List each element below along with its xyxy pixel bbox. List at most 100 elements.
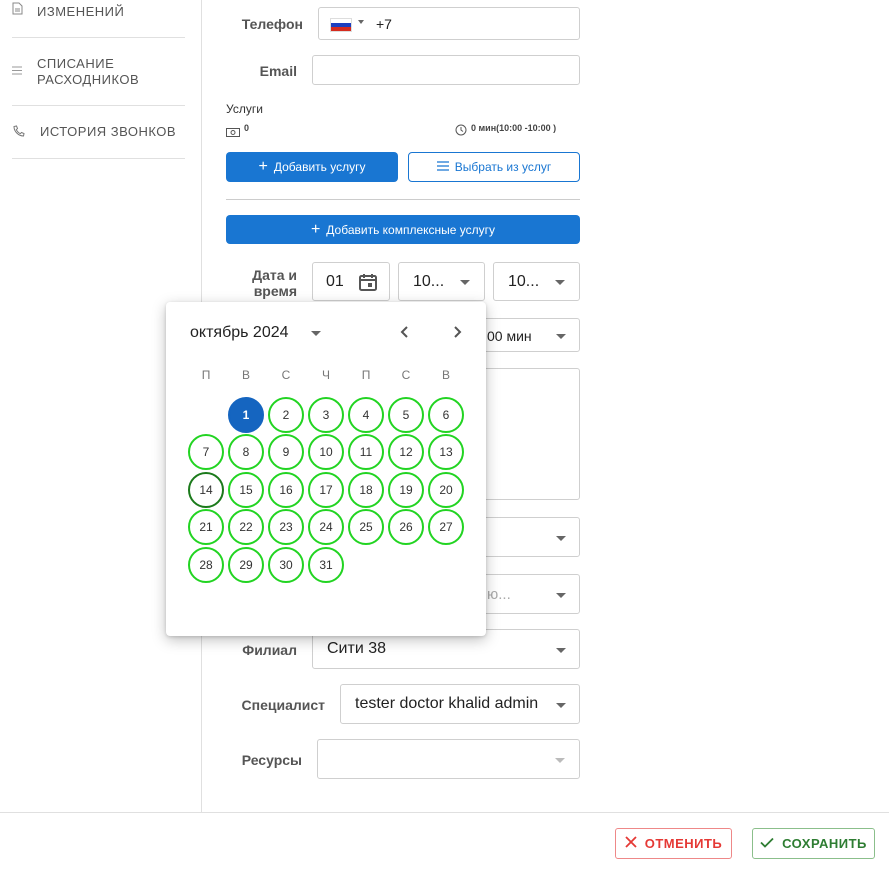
- calendar-month-label: октябрь 2024: [190, 324, 289, 341]
- country-dropdown-icon[interactable]: [358, 20, 364, 24]
- save-label: СОХРАНИТЬ: [782, 836, 867, 851]
- sidebar-item-changes[interactable]: ИЗМЕНЕНИЙ: [12, 2, 185, 24]
- russia-flag-icon[interactable]: [330, 18, 352, 32]
- calendar-day[interactable]: 28: [188, 547, 224, 583]
- date-input[interactable]: 01: [312, 262, 390, 301]
- calendar-day[interactable]: 23: [268, 509, 304, 545]
- sidebar-divider: [12, 105, 185, 106]
- calendar-day[interactable]: 19: [388, 472, 424, 508]
- footer-divider: [0, 812, 889, 813]
- date-picker-popup: октябрь 2024 ПВСЧПСВ 1 2 3 4 5 6 7 8 9 10 11 12 13 14…: [166, 302, 486, 636]
- sidebar-item-label: ИЗМЕНЕНИЙ: [37, 4, 125, 19]
- money-icon: [226, 124, 240, 142]
- sidebar-item-label: СПИСАНИЕ РАСХОДНИКОВ: [37, 56, 140, 87]
- services-time: 0 мин(10:00 -10:00 ): [471, 123, 557, 133]
- chevron-down-icon: [556, 536, 566, 541]
- branch-value: Сити 38: [327, 640, 386, 657]
- calendar-day[interactable]: 24: [308, 509, 344, 545]
- chevron-down-icon: [555, 280, 565, 285]
- sidebar-divider: [12, 158, 185, 159]
- add-complex-service-button[interactable]: + Добавить комплексные услугу: [226, 215, 580, 244]
- duration-select[interactable]: 00 мин: [470, 318, 580, 352]
- cancel-button[interactable]: ОТМЕНИТЬ: [615, 828, 732, 859]
- month-dropdown-icon[interactable]: [311, 331, 321, 336]
- date-value: 01: [326, 273, 344, 290]
- calendar-day[interactable]: 11: [348, 434, 384, 470]
- phone-prefix: +7: [376, 16, 392, 32]
- calendar-day[interactable]: 14: [188, 472, 224, 508]
- phone-input[interactable]: +7: [318, 7, 580, 40]
- weekday-label: П: [201, 368, 211, 382]
- email-field[interactable]: [312, 55, 580, 85]
- calendar-day[interactable]: 22: [228, 509, 264, 545]
- resources-label: Ресурсы: [241, 752, 302, 768]
- calendar-day[interactable]: 3: [308, 397, 344, 433]
- calendar-day[interactable]: 12: [388, 434, 424, 470]
- calendar-day[interactable]: 2: [268, 397, 304, 433]
- status-select[interactable]: [470, 517, 580, 557]
- sidebar-item-call-history[interactable]: ИСТОРИЯ ЗВОНКОВ: [12, 124, 185, 144]
- specialist-select[interactable]: tester doctor khalid admin: [340, 684, 580, 724]
- calendar-day[interactable]: 15: [228, 472, 264, 508]
- comment-textarea[interactable]: [470, 368, 580, 500]
- calendar-day[interactable]: 21: [188, 509, 224, 545]
- calendar-day[interactable]: 25: [348, 509, 384, 545]
- time-end-select[interactable]: 10...: [493, 262, 580, 301]
- list-icon: [436, 160, 449, 174]
- branch-label: Филиал: [242, 642, 297, 658]
- calendar-day[interactable]: 6: [428, 397, 464, 433]
- choose-service-label: Выбрать из услуг: [454, 160, 552, 174]
- weekday-label: В: [441, 368, 450, 382]
- divider: [226, 199, 580, 200]
- calendar-day[interactable]: 27: [428, 509, 464, 545]
- calendar-day[interactable]: 30: [268, 547, 304, 583]
- calendar-day[interactable]: 13: [428, 434, 464, 470]
- calendar-icon[interactable]: [358, 272, 378, 297]
- add-service-button[interactable]: + Добавить услугу: [226, 152, 398, 182]
- calendar-day[interactable]: 10: [308, 434, 344, 470]
- calendar-day[interactable]: 18: [348, 472, 384, 508]
- calendar-day[interactable]: 7: [188, 434, 224, 470]
- services-total: 0: [244, 123, 250, 133]
- calendar-day[interactable]: 5: [388, 397, 424, 433]
- specialist-label: Специалист: [241, 697, 326, 713]
- save-button[interactable]: СОХРАНИТЬ: [752, 828, 875, 859]
- calendar-day[interactable]: 17: [308, 472, 344, 508]
- chevron-down-icon: [555, 758, 565, 763]
- time-end-value: 10...: [508, 273, 540, 290]
- chevron-down-icon: [556, 593, 566, 598]
- phone-label: Телефон: [241, 16, 303, 32]
- chevron-down-icon: [460, 280, 470, 285]
- calendar-day[interactable]: 26: [388, 509, 424, 545]
- weekday-label: Ч: [322, 368, 330, 382]
- sidebar-divider: [12, 37, 185, 38]
- time-start-value: 10...: [413, 273, 445, 290]
- chevron-down-icon: [556, 648, 566, 653]
- list-icon: [12, 66, 26, 80]
- department-select[interactable]: ю...: [470, 574, 580, 614]
- chevron-down-icon: [556, 334, 566, 339]
- check-icon: [760, 836, 774, 851]
- add-service-label: Добавить услугу: [273, 160, 366, 174]
- calendar-day[interactable]: 29: [228, 547, 264, 583]
- phone-icon: [12, 125, 26, 139]
- calendar-day[interactable]: 16: [268, 472, 304, 508]
- time-start-select[interactable]: 10...: [398, 262, 485, 301]
- document-icon: [12, 2, 26, 16]
- chevron-down-icon: [556, 703, 566, 708]
- choose-service-button[interactable]: Выбрать из услуг: [408, 152, 580, 182]
- resources-select[interactable]: [317, 739, 580, 779]
- calendar-day[interactable]: 31: [308, 547, 344, 583]
- weekday-label: С: [401, 368, 411, 382]
- next-month-icon[interactable]: [451, 325, 463, 344]
- sidebar-item-consumables[interactable]: СПИСАНИЕ РАСХОДНИКОВ: [12, 56, 185, 90]
- calendar-day[interactable]: 9: [268, 434, 304, 470]
- calendar-day[interactable]: 1: [228, 397, 264, 433]
- cancel-label: ОТМЕНИТЬ: [644, 836, 723, 851]
- calendar-day[interactable]: 20: [428, 472, 464, 508]
- calendar-day[interactable]: 8: [228, 434, 264, 470]
- previous-month-icon[interactable]: [399, 325, 411, 344]
- department-placeholder: ю...: [487, 586, 511, 603]
- services-label: Услуги: [226, 102, 263, 116]
- calendar-day[interactable]: 4: [348, 397, 384, 433]
